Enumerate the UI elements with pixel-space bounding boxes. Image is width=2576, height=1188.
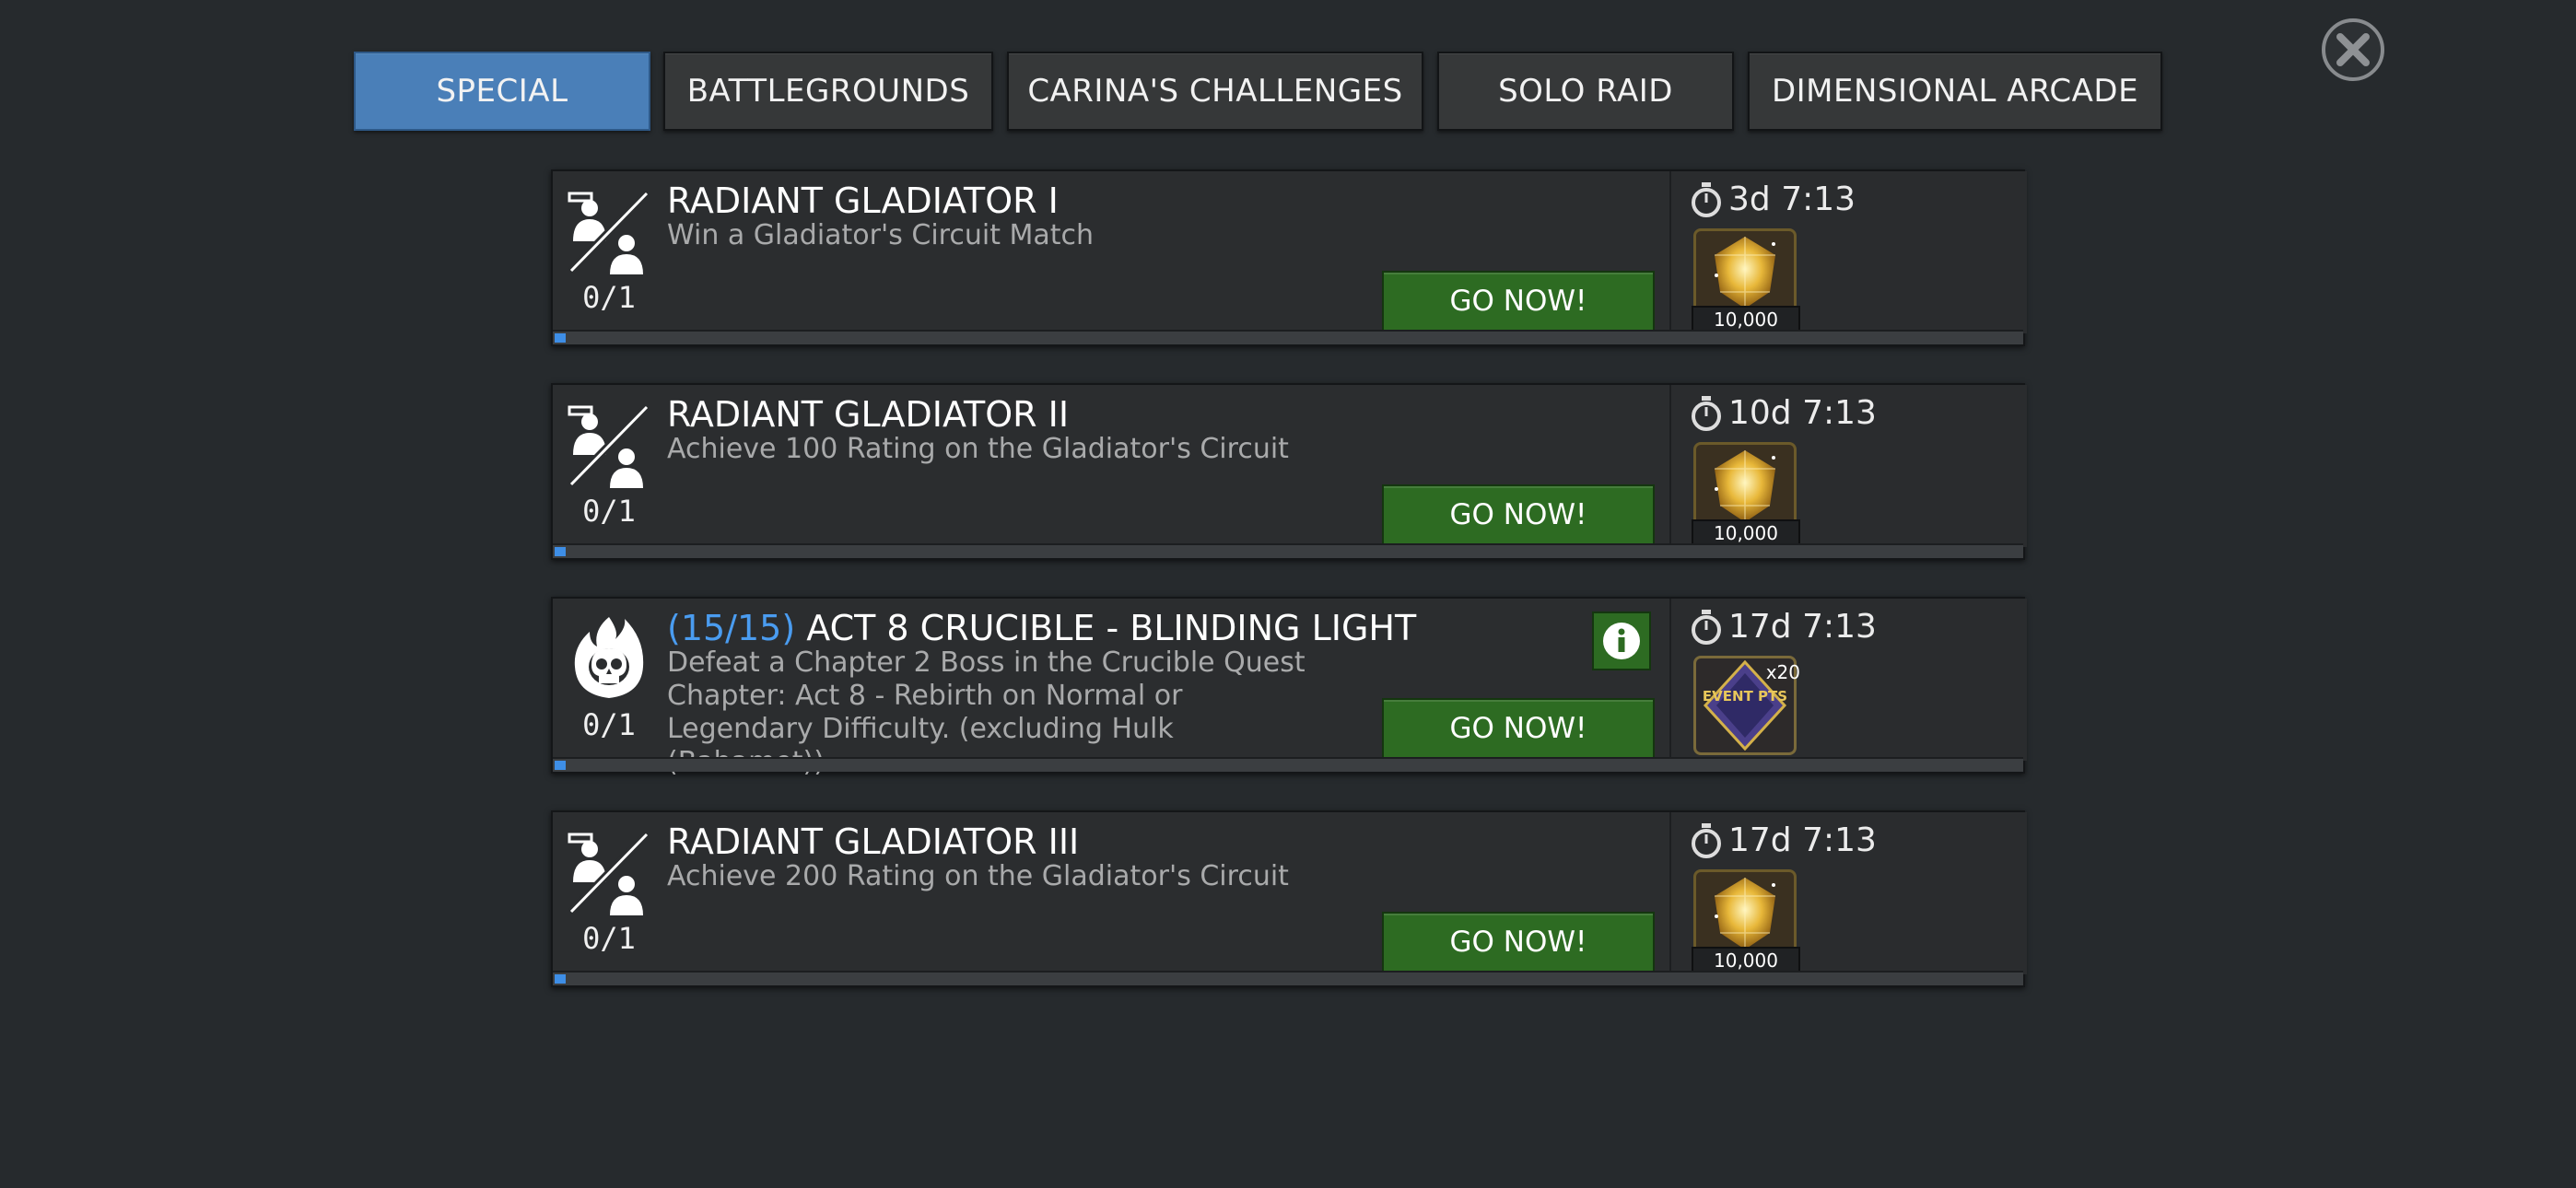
quest-card: 0/1 RADIANT GLADIATOR III Achieve 200 Ra… (551, 810, 2027, 987)
quest-description: Achieve 100 Rating on the Gladiator's Ci… (667, 433, 1289, 465)
go-now-button[interactable]: GO NOW! (1382, 912, 1655, 973)
quest-title: (15/15) ACT 8 CRUCIBLE - BLINDING LIGHT (667, 608, 1417, 648)
stopwatch-icon (1692, 181, 1721, 217)
progress-bar (553, 543, 2023, 558)
gold-crystal-icon (1715, 237, 1775, 309)
quests-screen: SPECIAL BATTLEGROUNDS CARINA'S CHALLENGE… (0, 0, 2576, 1188)
progress-bar (553, 971, 2023, 985)
quest-timer: 17d 7:13 (1690, 608, 1877, 646)
stopwatch-icon (1692, 395, 1721, 431)
go-now-button[interactable]: GO NOW! (1382, 484, 1655, 545)
svg-text:EVENT PTS: EVENT PTS (1703, 688, 1787, 705)
info-icon (1603, 623, 1640, 659)
quest-timer: 17d 7:13 (1690, 821, 1877, 859)
quest-title: RADIANT GLADIATOR I (667, 181, 1059, 221)
progress-count: 0/1 (582, 494, 636, 529)
gold-crystal-icon (1715, 450, 1775, 522)
progress-count: 0/1 (582, 707, 636, 742)
quest-title: RADIANT GLADIATOR II (667, 394, 1070, 435)
gladiator-icon (568, 190, 650, 274)
tab-special[interactable]: SPECIAL (354, 52, 650, 131)
quest-card: 0/1 RADIANT GLADIATOR I Win a Gladiator'… (551, 169, 2027, 346)
reward-item: 10,000 (1692, 228, 1800, 333)
reward-item: 10,000 (1692, 869, 1800, 974)
quest-title: RADIANT GLADIATOR III (667, 821, 1080, 862)
quest-description: Achieve 200 Rating on the Gladiator's Ci… (667, 860, 1289, 892)
quest-card: 0/1 (15/15) ACT 8 CRUCIBLE - BLINDING LI… (551, 597, 2027, 778)
gold-crystal-icon (1715, 878, 1775, 949)
stopwatch-icon (1692, 609, 1721, 645)
tab-carinas-challenges[interactable]: CARINA'S CHALLENGES (1007, 52, 1423, 131)
close-icon (2336, 33, 2370, 66)
quest-timer: 10d 7:13 (1690, 394, 1877, 432)
tab-dimensional-arcade[interactable]: DIMENSIONAL ARCADE (1748, 52, 2162, 131)
progress-count: 0/1 (582, 921, 636, 956)
go-now-button[interactable]: GO NOW! (1382, 698, 1655, 759)
progress-count: 0/1 (582, 280, 636, 315)
quest-card: 0/1 RADIANT GLADIATOR II Achieve 100 Rat… (551, 383, 2027, 560)
progress-bar (553, 757, 2023, 772)
close-button[interactable] (2322, 18, 2384, 81)
quest-timer: 3d 7:13 (1690, 181, 1856, 218)
reward-item: 10,000 (1692, 442, 1800, 547)
reward-multiplier: x20 (1765, 661, 1800, 683)
progress-bar (553, 330, 2023, 344)
stopwatch-icon (1692, 822, 1721, 858)
gladiator-icon (568, 403, 650, 488)
quest-description: Win a Gladiator's Circuit Match (667, 219, 1095, 251)
go-now-button[interactable]: GO NOW! (1382, 271, 1655, 332)
flaming-skull-icon (574, 617, 644, 698)
tab-battlegrounds[interactable]: BATTLEGROUNDS (663, 52, 993, 131)
info-button[interactable] (1592, 611, 1651, 670)
tab-solo-raid[interactable]: SOLO RAID (1437, 52, 1734, 131)
gladiator-icon (568, 831, 650, 915)
reward-item: EVENT PTS x20 (1692, 656, 1800, 759)
